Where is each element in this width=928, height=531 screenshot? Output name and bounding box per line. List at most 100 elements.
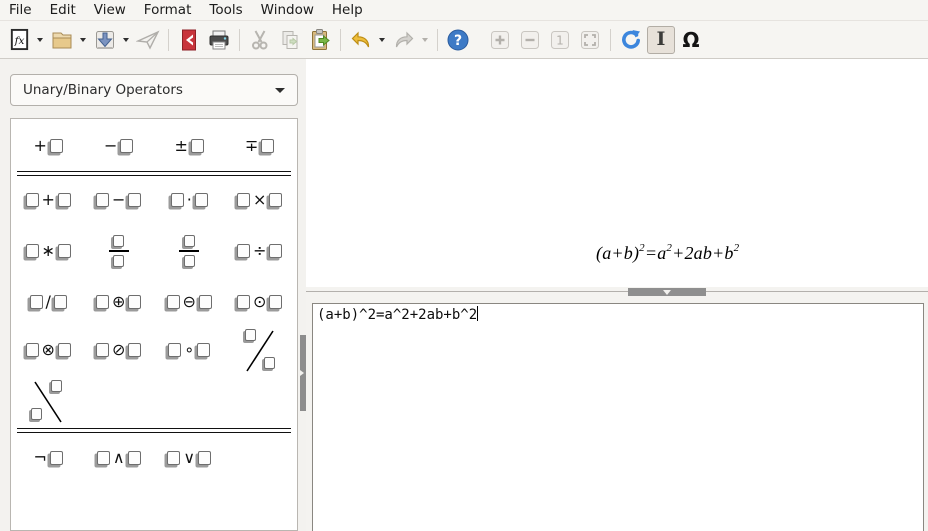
command-editor-area: (a+b)^2=a^2+2ab+b^2 xyxy=(306,298,928,531)
placeholder-box xyxy=(237,193,250,207)
menu-tools[interactable]: Tools xyxy=(200,1,251,20)
chevron-down-icon xyxy=(80,38,86,42)
placeholder-box xyxy=(197,343,210,357)
show-all-button xyxy=(576,26,604,54)
main-area: (a+b)2=a2+2ab+b2 (a+b)^2=a^2+2ab+b^2 xyxy=(306,59,928,531)
menu-help[interactable]: Help xyxy=(323,1,372,20)
formula-preview-view[interactable]: (a+b)2=a2+2ab+b2 xyxy=(306,59,928,287)
save-dropdown[interactable] xyxy=(120,26,131,54)
update-button[interactable] xyxy=(617,26,645,54)
elements-row: + − ± ∓ xyxy=(13,123,295,169)
new-formula-button[interactable]: fx xyxy=(5,26,33,54)
undo-dropdown[interactable] xyxy=(376,26,387,54)
panel-splitter-handle[interactable] xyxy=(300,335,306,411)
menu-file[interactable]: File xyxy=(0,1,41,20)
element-subtraction[interactable]: − xyxy=(92,190,145,210)
formula-cursor-button[interactable]: I xyxy=(647,26,675,54)
chevron-down-icon xyxy=(379,38,385,42)
group-divider xyxy=(17,428,291,433)
element-multiplication-dot[interactable]: · xyxy=(167,190,212,210)
placeholder-box xyxy=(113,235,124,247)
update-icon xyxy=(619,28,643,52)
help-icon: ? xyxy=(446,28,470,52)
open-dropdown[interactable] xyxy=(77,26,88,54)
undo-button[interactable] xyxy=(347,26,375,54)
open-button[interactable] xyxy=(48,26,76,54)
command-editor-input[interactable]: (a+b)^2=a^2+2ab+b^2 xyxy=(312,303,924,531)
placeholder-box xyxy=(184,255,195,267)
redo-dropdown[interactable] xyxy=(419,26,430,54)
formula-text: +2ab+b xyxy=(672,243,734,263)
placeholder-box xyxy=(191,139,204,153)
open-icon xyxy=(50,28,74,52)
operator-glyph: + xyxy=(34,138,47,154)
element-boolean-not[interactable]: ¬ xyxy=(30,448,67,468)
element-composition[interactable]: ∘ xyxy=(164,340,214,360)
element-plus-minus[interactable]: ± xyxy=(171,136,208,156)
toolbar-separator xyxy=(168,29,169,51)
zoom-100-button: 1 xyxy=(546,26,574,54)
element-multiplication-cross[interactable]: × xyxy=(233,190,286,210)
placeholder-box xyxy=(120,139,133,153)
menu-format[interactable]: Format xyxy=(135,1,201,20)
menu-edit[interactable]: Edit xyxy=(41,1,85,20)
element-circled-plus[interactable]: ⊕ xyxy=(92,292,145,312)
placeholder-box xyxy=(54,295,67,309)
element-wide-slash[interactable] xyxy=(237,325,283,375)
element-multiplication-star[interactable]: ∗ xyxy=(22,241,75,261)
elements-row: ⊗ ⊘ ∘ xyxy=(13,324,295,376)
element-fraction[interactable] xyxy=(175,233,203,269)
placeholder-box xyxy=(26,343,39,357)
paste-button[interactable] xyxy=(306,26,334,54)
placeholder-box xyxy=(97,451,110,465)
operator-glyph: ± xyxy=(175,138,188,154)
element-plus[interactable]: + xyxy=(30,136,67,156)
element-wide-backslash[interactable] xyxy=(25,376,71,426)
toolbar: fx? 1 IΩ xyxy=(0,21,928,59)
new-formula-dropdown[interactable] xyxy=(34,26,45,54)
placeholder-box xyxy=(167,295,180,309)
undo-icon xyxy=(349,28,373,52)
placeholder-box xyxy=(30,295,43,309)
placeholder-box xyxy=(26,193,39,207)
math-formula-editor-window: FileEditViewFormatToolsWindowHelp fx? 1 IΩ… xyxy=(0,0,928,531)
send-email-icon xyxy=(136,28,160,52)
element-tensor-product[interactable]: ⊗ xyxy=(22,340,75,360)
element-category-select[interactable]: Unary/Binary Operators xyxy=(10,74,298,106)
help-button[interactable]: ? xyxy=(444,26,472,54)
element-division-over[interactable] xyxy=(105,233,133,269)
placeholder-box xyxy=(199,295,212,309)
element-circled-minus[interactable]: ⊖ xyxy=(163,292,216,312)
copy-icon xyxy=(278,28,302,52)
operator-glyph: / xyxy=(46,294,51,310)
save-button[interactable] xyxy=(91,26,119,54)
menu-window[interactable]: Window xyxy=(252,1,323,20)
element-division-sign[interactable]: ÷ xyxy=(233,241,286,261)
horizontal-splitter-handle[interactable] xyxy=(628,288,706,296)
export-pdf-button[interactable] xyxy=(175,26,203,54)
elements-grid: +−±∓+−·×∗÷/⊕⊖⊙⊗⊘∘¬∧∨ xyxy=(10,118,298,531)
print-button[interactable] xyxy=(205,26,233,54)
element-addition[interactable]: + xyxy=(22,190,75,210)
element-minus-plus[interactable]: ∓ xyxy=(241,136,278,156)
placeholder-box xyxy=(264,357,275,369)
placeholder-box xyxy=(128,343,141,357)
placeholder-box xyxy=(198,451,211,465)
element-circled-slash[interactable]: ⊘ xyxy=(92,340,145,360)
operator-glyph: ∓ xyxy=(245,138,258,154)
element-division-slash[interactable]: / xyxy=(26,292,71,312)
placeholder-box xyxy=(96,295,109,309)
element-boolean-and[interactable]: ∧ xyxy=(93,448,145,468)
chevron-down-icon xyxy=(37,38,43,42)
menu-view[interactable]: View xyxy=(85,1,135,20)
elements-panel: Unary/Binary Operators +−±∓+−·×∗÷/⊕⊖⊙⊗⊘∘… xyxy=(0,59,306,531)
element-boolean-or[interactable]: ∨ xyxy=(163,448,215,468)
svg-text:1: 1 xyxy=(556,33,564,47)
element-minus[interactable]: − xyxy=(100,136,137,156)
svg-text:?: ? xyxy=(454,33,462,49)
operator-glyph: ⊙ xyxy=(253,294,266,310)
zoom-out-icon xyxy=(518,28,542,52)
placeholder-box xyxy=(96,343,109,357)
element-circled-dot[interactable]: ⊙ xyxy=(233,292,286,312)
symbols-button[interactable]: Ω xyxy=(677,26,705,54)
